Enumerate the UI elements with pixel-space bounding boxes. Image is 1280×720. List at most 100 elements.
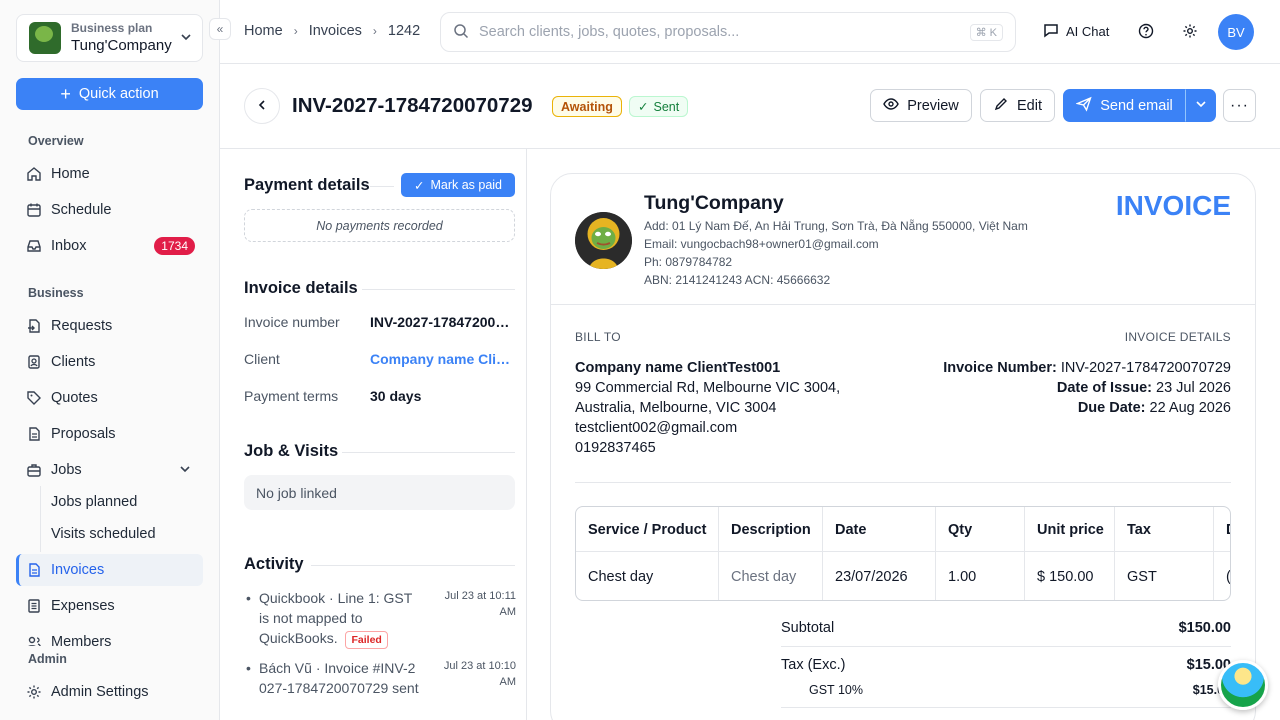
table-cell: Chest day [731,569,797,585]
settings-button[interactable] [1180,22,1200,42]
check-icon: ✓ [413,178,425,193]
collapse-sidebar-button[interactable]: « [209,18,231,40]
heading-rule [362,289,515,290]
breadcrumb-home[interactable]: Home [244,23,283,39]
sidebar-item-jobs-planned[interactable]: Jobs planned [16,486,203,518]
preview-label: Preview [907,97,959,114]
eye-icon [883,96,899,116]
sidebar-item-admin-settings[interactable]: Admin Settings [16,676,203,708]
back-button[interactable] [244,88,280,124]
more-horizontal-icon: ··· [1230,96,1249,114]
more-actions-button[interactable]: ··· [1223,89,1256,122]
sidebar-item-label: Expenses [51,598,115,614]
issue-date-label: Date of Issue: [1056,380,1152,396]
request-icon [26,318,42,334]
document-icon [26,426,42,442]
sidebar-item-label: Proposals [51,426,116,442]
chevron-down-icon[interactable] [179,463,191,478]
sidebar-item-home[interactable]: Home [16,158,203,190]
search-bar[interactable]: ⌘ K [440,12,1016,52]
bill-email: testclient002@gmail.com [575,420,738,436]
invoice-details-block: Invoice Number: INV-2027-1784720070729 D… [943,358,1231,418]
inbox-icon [26,238,42,254]
gear-icon [26,684,42,700]
due-date-label: Due Date: [1077,400,1146,416]
breadcrumb: Home › Invoices › 1242 [244,23,420,39]
bill-address-2: Australia, Melbourne, VIC 3004 [575,400,777,416]
status-badge-awaiting: Awaiting [552,96,622,117]
send-email-label: Send email [1100,97,1173,114]
breadcrumb-current: 1242 [387,23,421,39]
mark-as-paid-button[interactable]: ✓ Mark as paid [401,173,515,197]
help-button[interactable] [1136,22,1156,42]
sidebar-item-jobs[interactable]: Jobs [16,454,203,486]
panel-divider [526,149,527,720]
table-header: Description [731,522,811,538]
sidebar-item-proposals[interactable]: Proposals [16,418,203,450]
table-cell: 1.00 [948,569,977,585]
table-column: Tax GST [1115,507,1214,600]
heading-rule [370,186,394,187]
totals-divider [781,707,1231,708]
sidebar-item-label: Schedule [51,202,112,218]
section-admin: Admin [28,652,67,666]
edit-button[interactable]: Edit [980,89,1055,122]
no-payments-placeholder: No payments recorded [244,209,515,242]
client-link[interactable]: Company name ClientTest001 [370,351,515,367]
assistant-avatar-button[interactable] [1218,660,1268,710]
sidebar-item-visits-scheduled[interactable]: Visits scheduled [16,518,203,550]
help-icon [1138,23,1154,42]
table-cell: Chest day [588,569,654,585]
ai-chat-button[interactable]: AI Chat [1043,22,1109,41]
quick-action-button[interactable]: + Quick action [16,78,203,110]
no-job-placeholder: No job linked [244,475,515,510]
sidebar-item-clients[interactable]: Clients [16,346,203,378]
sidebar-item-label: Clients [51,354,96,370]
sidebar-item-invoices[interactable]: Invoices [16,554,203,586]
invoice-preview: Tung'Company Add: 01 Lý Nam Đế, An Hải T… [550,173,1256,720]
table-header: Tax [1127,522,1151,538]
table-column: Date 23/07/2026 [823,507,936,600]
doc-divider [551,304,1255,305]
user-avatar[interactable]: BV [1218,14,1254,50]
send-options-dropdown[interactable] [1185,89,1216,122]
company-logo [575,212,632,269]
account-switcher[interactable]: Business plan Tung'Company [16,14,203,62]
sidebar-item-quotes[interactable]: Quotes [16,382,203,414]
sidebar: Business plan Tung'Company + Quick actio… [0,0,220,720]
account-plan: Business plan [71,21,153,35]
payment-terms-label: Payment terms [244,388,339,404]
inbox-count-badge: 1734 [154,237,195,255]
send-email-button[interactable]: Send email [1063,89,1186,122]
mark-paid-label: Mark as paid [430,178,503,192]
preview-button[interactable]: Preview [870,89,972,122]
sidebar-item-label: Inbox [51,238,87,254]
client-label: Client [244,351,280,367]
activity-heading: Activity [244,555,304,573]
chat-icon [1043,22,1059,41]
table-header: Unit price [1037,522,1104,538]
sidebar-item-label: Home [51,166,90,182]
sidebar-item-schedule[interactable]: Schedule [16,194,203,226]
search-icon [453,23,469,42]
invoice-details-label: INVOICE DETAILS [1124,330,1231,344]
invoice-number-value: INV-2027-1784720070729 [370,314,515,330]
sidebar-item-label: Jobs planned [51,494,138,510]
ai-chat-label: AI Chat [1066,24,1110,39]
company-address: Add: 01 Lý Nam Đế, An Hải Trung, Sơn Trà… [644,219,1028,233]
sidebar-item-label: Jobs [51,462,82,478]
sidebar-item-requests[interactable]: Requests [16,310,203,342]
briefcase-icon [26,462,42,478]
search-input[interactable] [479,24,949,40]
tax-label: Tax (Exc.) [781,657,846,673]
bullet-icon: • [246,590,251,606]
chevron-left-icon [256,98,268,114]
shortcut-hint: ⌘ K [969,23,1003,41]
calendar-icon [26,202,42,218]
sidebar-item-inbox[interactable]: Inbox 1734 [16,230,203,262]
quick-action-label: Quick action [78,86,159,102]
chevron-down-icon [180,31,192,46]
breadcrumb-invoices[interactable]: Invoices [309,23,362,39]
sidebar-item-expenses[interactable]: Expenses [16,590,203,622]
header-divider [220,148,1280,149]
